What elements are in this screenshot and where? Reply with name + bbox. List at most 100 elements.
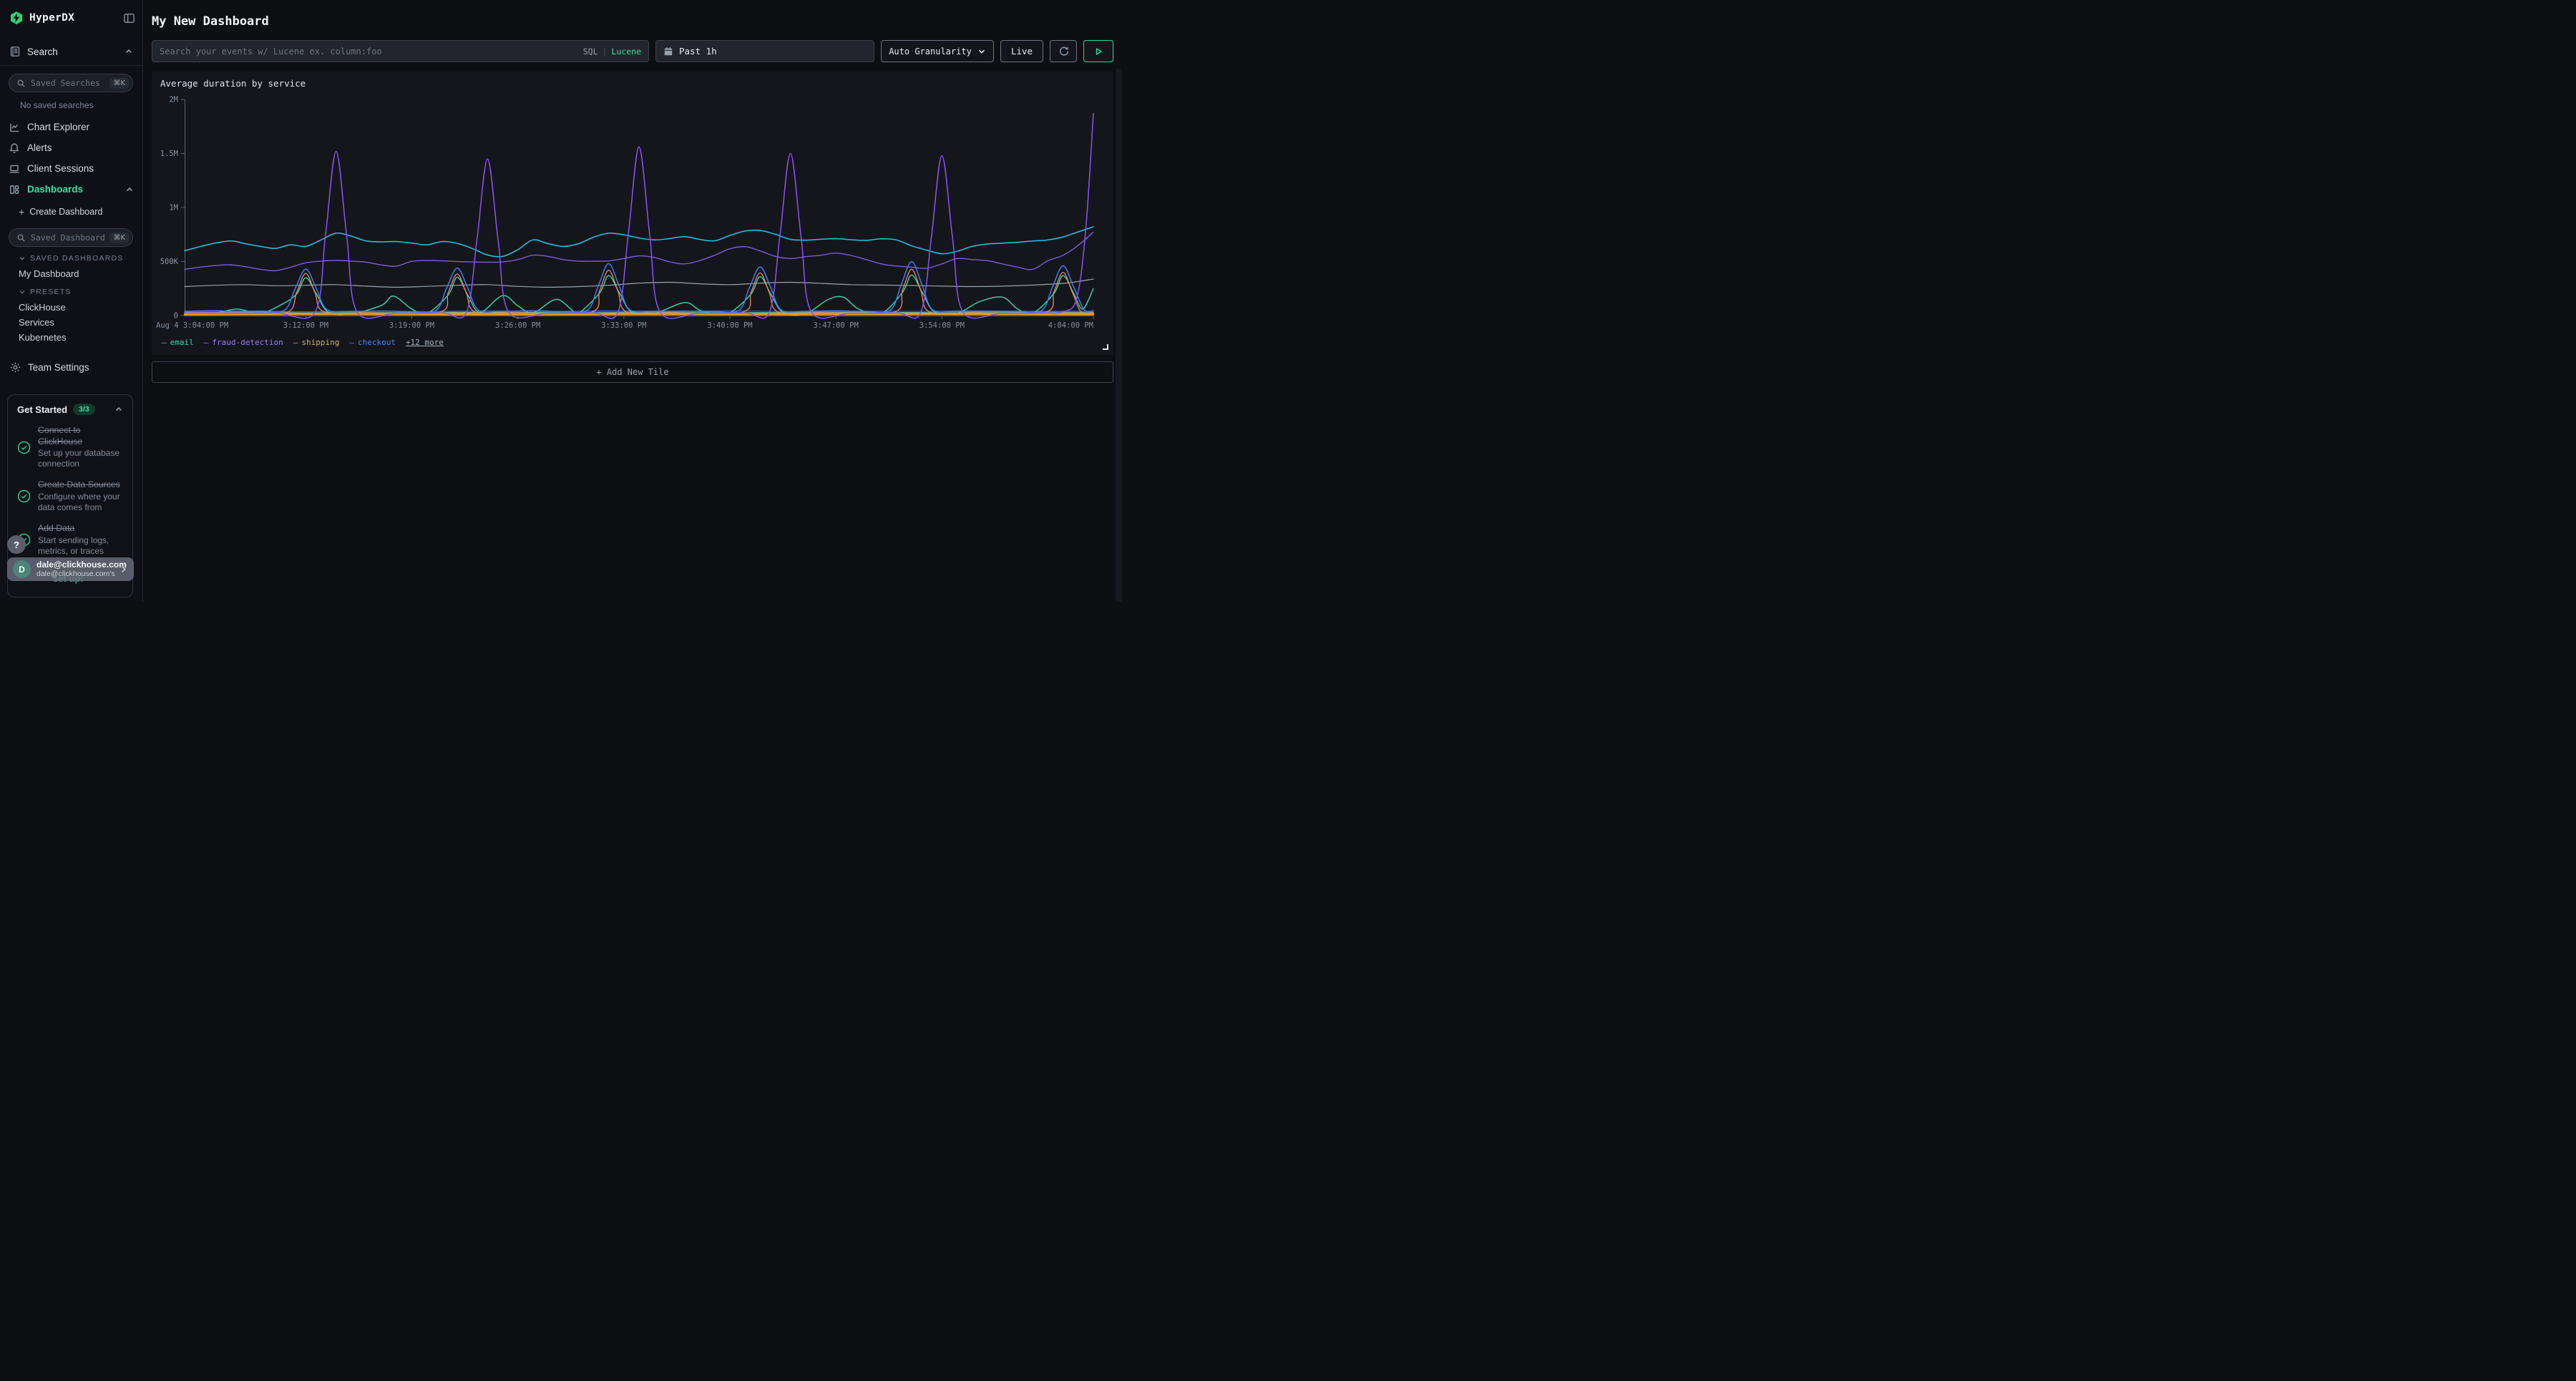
chevron-up-icon[interactable] (114, 405, 123, 414)
sidebar-item-chart-explorer[interactable]: Chart Explorer (0, 117, 142, 137)
search-icon (16, 79, 26, 88)
help-button[interactable]: ? (7, 535, 26, 554)
sidebar-link-my-dashboard[interactable]: My Dashboard (19, 268, 79, 279)
nav-label: Alerts (27, 142, 52, 153)
logo-row: HyperDX (9, 11, 135, 25)
sidebar: HyperDX Search Saved Searches ⌘K No save… (0, 0, 143, 602)
user-team: dale@clickhouse.com's (36, 570, 113, 579)
legend-swatch: — (204, 338, 209, 347)
series-line-fraud-detection (185, 114, 1093, 319)
chart-line-icon (9, 122, 20, 133)
calendar-icon (663, 47, 673, 57)
checklist-item-connect[interactable]: Connect to ClickHouse Set up your databa… (17, 425, 123, 469)
event-search-placeholder: Search your events w/ Lucene ex. column:… (160, 47, 577, 57)
sidebar-link-clickhouse[interactable]: ClickHouse (19, 302, 66, 313)
gear-icon (9, 361, 21, 374)
plus-icon: + (19, 207, 24, 217)
scrollbar-track[interactable] (1116, 69, 1122, 602)
x-axis-label: 4:04:00 PM (1048, 321, 1093, 330)
create-dashboard-button[interactable]: + Create Dashboard (19, 207, 102, 217)
chevron-up-icon[interactable] (125, 185, 134, 194)
get-started-badge: 3/3 (73, 404, 95, 415)
bell-icon (9, 142, 20, 154)
nav-label: Chart Explorer (27, 122, 89, 132)
user-menu[interactable]: D dale@clickhouse.com dale@clickhouse.co… (7, 557, 134, 581)
x-axis-label: 3:33:00 PM (601, 321, 646, 330)
query-language-toggle: SQL | Lucene (583, 47, 641, 57)
legend-item-shipping[interactable]: —shipping (293, 338, 340, 347)
legend-item-fraud-detection[interactable]: —fraud-detection (204, 338, 283, 347)
sidebar-top-section: HyperDX Search (0, 0, 142, 66)
x-axis-label: Aug 4 3:04:00 PM (156, 321, 228, 330)
legend-label: shipping (301, 338, 339, 347)
x-axis-label: 3:54:00 PM (919, 321, 965, 330)
sidebar-link-services[interactable]: Services (19, 317, 54, 328)
checklist-sub: Configure where your data comes from (38, 492, 123, 513)
avatar: D (13, 560, 31, 578)
search-section-label: Search (27, 47, 58, 57)
chart-legend: —email—fraud-detection—shipping—checkout… (162, 338, 444, 347)
journal-icon (9, 46, 21, 57)
add-new-tile-button[interactable]: + Add New Tile (152, 361, 1113, 383)
legend-label: fraud-detection (212, 338, 283, 347)
tile-resize-handle[interactable] (1103, 344, 1108, 350)
saved-dashboards-placeholder: Saved Dashboards (31, 233, 104, 243)
checklist-item-sources[interactable]: Create Data Sources Configure where your… (17, 479, 123, 513)
checklist-sub: Set up your database connection (38, 448, 123, 469)
lucene-toggle[interactable]: Lucene (611, 47, 641, 57)
legend-swatch: — (293, 338, 298, 347)
section-presets[interactable]: PRESETS (19, 288, 71, 296)
x-axis-label: 3:40:00 PM (707, 321, 752, 330)
live-button[interactable]: Live (1000, 40, 1043, 62)
check-circle-icon (17, 489, 31, 503)
section-saved-dashboards[interactable]: SAVED DASHBOARDS (19, 254, 123, 263)
team-settings-label: Team Settings (28, 362, 89, 373)
x-axis-label: 3:19:00 PM (389, 321, 434, 330)
search-icon (16, 233, 26, 243)
legend-item-checkout[interactable]: —checkout (349, 338, 396, 347)
sidebar-collapse-icon[interactable] (123, 12, 135, 24)
sql-toggle[interactable]: SQL (583, 47, 598, 57)
duration-chart: 0500K1M1.5M2MAug 4 3:04:00 PM3:12:00 PM3… (152, 72, 1113, 355)
y-axis-label: 1.5M (160, 150, 178, 158)
y-axis-label: 0 (174, 312, 178, 321)
saved-searches-input[interactable]: Saved Searches ⌘K (9, 74, 133, 92)
laptop-icon (9, 163, 20, 175)
legend-more-link[interactable]: +12 more (406, 338, 444, 347)
toolbar: Search your events w/ Lucene ex. column:… (152, 40, 1113, 62)
legend-item-email[interactable]: —email (162, 338, 194, 347)
no-saved-searches-text: No saved searches (20, 100, 94, 110)
run-query-button[interactable] (1083, 40, 1113, 62)
sidebar-item-client-sessions[interactable]: Client Sessions (0, 158, 142, 179)
chevron-down-icon (19, 288, 26, 296)
series-line-other-cyan (185, 227, 1093, 257)
sidebar-link-kubernetes[interactable]: Kubernetes (19, 332, 67, 343)
refresh-button[interactable] (1050, 40, 1077, 62)
checklist-item-add-data[interactable]: Add Data Start sending logs, metrics, or… (17, 523, 123, 557)
time-range-value: Past 1h (679, 46, 717, 57)
toggle-separator: | (602, 47, 608, 57)
sidebar-item-alerts[interactable]: Alerts (0, 137, 142, 158)
saved-dashboards-input[interactable]: Saved Dashboards ⌘K (9, 228, 133, 247)
dashboard-tile[interactable]: Average duration by service 0500K1M1.5M2… (152, 72, 1113, 355)
x-axis-label: 3:12:00 PM (283, 321, 328, 330)
sidebar-item-search[interactable]: Search (9, 46, 133, 57)
event-search-input[interactable]: Search your events w/ Lucene ex. column:… (152, 40, 649, 62)
section-label: PRESETS (30, 288, 71, 296)
y-axis-label: 1M (169, 204, 178, 213)
x-axis-label: 3:26:00 PM (495, 321, 540, 330)
checklist-sub: Start sending logs, metrics, or traces (38, 535, 123, 557)
sidebar-item-dashboards[interactable]: Dashboards (0, 179, 142, 200)
get-started-header[interactable]: Get Started 3/3 (17, 404, 123, 415)
legend-label: checkout (358, 338, 396, 347)
granularity-select[interactable]: Auto Granularity (881, 40, 994, 62)
checklist-title: Create Data Sources (38, 479, 123, 491)
time-range-picker[interactable]: Past 1h (655, 40, 874, 62)
hyperdx-logo-icon (9, 11, 24, 25)
checklist-title: Add Data (38, 523, 123, 535)
chevron-down-icon (19, 255, 26, 262)
sidebar-item-team-settings[interactable]: Team Settings (9, 361, 89, 374)
shortcut-badge: ⌘K (109, 78, 129, 89)
dashboard-grid-icon (9, 184, 20, 195)
chevron-up-icon[interactable] (125, 47, 133, 56)
